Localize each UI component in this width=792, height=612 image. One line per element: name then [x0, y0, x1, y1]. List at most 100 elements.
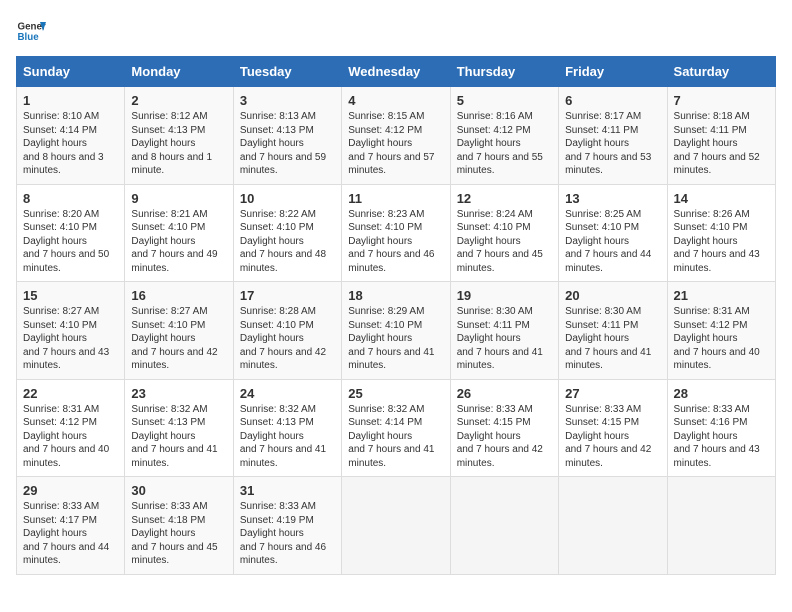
calendar-cell: 26 Sunrise: 8:33 AMSunset: 4:15 PMDaylig…: [450, 379, 558, 477]
svg-text:Blue: Blue: [18, 32, 40, 43]
calendar-cell: 1 Sunrise: 8:10 AMSunset: 4:14 PMDayligh…: [17, 87, 125, 185]
cell-info: Sunrise: 8:33 AMSunset: 4:15 PMDaylight …: [457, 404, 543, 469]
cell-info: Sunrise: 8:16 AMSunset: 4:12 PMDaylight …: [457, 111, 543, 176]
day-number: 7: [674, 93, 769, 108]
calendar-cell: 15 Sunrise: 8:27 AMSunset: 4:10 PMDaylig…: [17, 282, 125, 380]
header-row: SundayMondayTuesdayWednesdayThursdayFrid…: [17, 57, 776, 87]
cell-info: Sunrise: 8:18 AMSunset: 4:11 PMDaylight …: [674, 111, 760, 176]
calendar-cell: 6 Sunrise: 8:17 AMSunset: 4:11 PMDayligh…: [559, 87, 667, 185]
calendar-cell: 24 Sunrise: 8:32 AMSunset: 4:13 PMDaylig…: [233, 379, 341, 477]
calendar-cell: [667, 477, 775, 575]
page-header: General Blue: [16, 16, 776, 46]
day-number: 13: [565, 191, 660, 206]
week-row-5: 29 Sunrise: 8:33 AMSunset: 4:17 PMDaylig…: [17, 477, 776, 575]
cell-info: Sunrise: 8:24 AMSunset: 4:10 PMDaylight …: [457, 209, 543, 274]
calendar-cell: 21 Sunrise: 8:31 AMSunset: 4:12 PMDaylig…: [667, 282, 775, 380]
day-number: 28: [674, 386, 769, 401]
calendar-cell: 29 Sunrise: 8:33 AMSunset: 4:17 PMDaylig…: [17, 477, 125, 575]
logo: General Blue: [16, 16, 50, 46]
calendar-cell: 11 Sunrise: 8:23 AMSunset: 4:10 PMDaylig…: [342, 184, 450, 282]
cell-info: Sunrise: 8:32 AMSunset: 4:14 PMDaylight …: [348, 404, 434, 469]
day-number: 4: [348, 93, 443, 108]
calendar-cell: 7 Sunrise: 8:18 AMSunset: 4:11 PMDayligh…: [667, 87, 775, 185]
cell-info: Sunrise: 8:32 AMSunset: 4:13 PMDaylight …: [131, 404, 217, 469]
calendar-cell: 8 Sunrise: 8:20 AMSunset: 4:10 PMDayligh…: [17, 184, 125, 282]
calendar-cell: [342, 477, 450, 575]
calendar-cell: [450, 477, 558, 575]
calendar-cell: 12 Sunrise: 8:24 AMSunset: 4:10 PMDaylig…: [450, 184, 558, 282]
day-number: 30: [131, 483, 226, 498]
calendar-table: SundayMondayTuesdayWednesdayThursdayFrid…: [16, 56, 776, 575]
cell-info: Sunrise: 8:13 AMSunset: 4:13 PMDaylight …: [240, 111, 326, 176]
calendar-cell: 16 Sunrise: 8:27 AMSunset: 4:10 PMDaylig…: [125, 282, 233, 380]
col-header-monday: Monday: [125, 57, 233, 87]
day-number: 27: [565, 386, 660, 401]
day-number: 16: [131, 288, 226, 303]
calendar-cell: 17 Sunrise: 8:28 AMSunset: 4:10 PMDaylig…: [233, 282, 341, 380]
day-number: 3: [240, 93, 335, 108]
day-number: 29: [23, 483, 118, 498]
calendar-cell: 18 Sunrise: 8:29 AMSunset: 4:10 PMDaylig…: [342, 282, 450, 380]
calendar-cell: 31 Sunrise: 8:33 AMSunset: 4:19 PMDaylig…: [233, 477, 341, 575]
calendar-cell: 9 Sunrise: 8:21 AMSunset: 4:10 PMDayligh…: [125, 184, 233, 282]
col-header-sunday: Sunday: [17, 57, 125, 87]
cell-info: Sunrise: 8:12 AMSunset: 4:13 PMDaylight …: [131, 111, 212, 176]
day-number: 19: [457, 288, 552, 303]
calendar-cell: 22 Sunrise: 8:31 AMSunset: 4:12 PMDaylig…: [17, 379, 125, 477]
col-header-wednesday: Wednesday: [342, 57, 450, 87]
cell-info: Sunrise: 8:22 AMSunset: 4:10 PMDaylight …: [240, 209, 326, 274]
week-row-2: 8 Sunrise: 8:20 AMSunset: 4:10 PMDayligh…: [17, 184, 776, 282]
day-number: 8: [23, 191, 118, 206]
cell-info: Sunrise: 8:29 AMSunset: 4:10 PMDaylight …: [348, 306, 434, 371]
day-number: 24: [240, 386, 335, 401]
cell-info: Sunrise: 8:27 AMSunset: 4:10 PMDaylight …: [23, 306, 109, 371]
calendar-cell: 28 Sunrise: 8:33 AMSunset: 4:16 PMDaylig…: [667, 379, 775, 477]
cell-info: Sunrise: 8:30 AMSunset: 4:11 PMDaylight …: [457, 306, 543, 371]
calendar-cell: 2 Sunrise: 8:12 AMSunset: 4:13 PMDayligh…: [125, 87, 233, 185]
day-number: 21: [674, 288, 769, 303]
logo-icon: General Blue: [16, 16, 46, 46]
calendar-cell: 13 Sunrise: 8:25 AMSunset: 4:10 PMDaylig…: [559, 184, 667, 282]
calendar-cell: 30 Sunrise: 8:33 AMSunset: 4:18 PMDaylig…: [125, 477, 233, 575]
day-number: 18: [348, 288, 443, 303]
col-header-tuesday: Tuesday: [233, 57, 341, 87]
day-number: 15: [23, 288, 118, 303]
calendar-cell: 27 Sunrise: 8:33 AMSunset: 4:15 PMDaylig…: [559, 379, 667, 477]
day-number: 6: [565, 93, 660, 108]
cell-info: Sunrise: 8:31 AMSunset: 4:12 PMDaylight …: [23, 404, 109, 469]
day-number: 17: [240, 288, 335, 303]
cell-info: Sunrise: 8:33 AMSunset: 4:19 PMDaylight …: [240, 501, 326, 566]
day-number: 14: [674, 191, 769, 206]
cell-info: Sunrise: 8:33 AMSunset: 4:16 PMDaylight …: [674, 404, 760, 469]
cell-info: Sunrise: 8:10 AMSunset: 4:14 PMDaylight …: [23, 111, 104, 176]
day-number: 23: [131, 386, 226, 401]
cell-info: Sunrise: 8:26 AMSunset: 4:10 PMDaylight …: [674, 209, 760, 274]
calendar-cell: 20 Sunrise: 8:30 AMSunset: 4:11 PMDaylig…: [559, 282, 667, 380]
calendar-cell: 4 Sunrise: 8:15 AMSunset: 4:12 PMDayligh…: [342, 87, 450, 185]
day-number: 2: [131, 93, 226, 108]
day-number: 12: [457, 191, 552, 206]
week-row-1: 1 Sunrise: 8:10 AMSunset: 4:14 PMDayligh…: [17, 87, 776, 185]
cell-info: Sunrise: 8:23 AMSunset: 4:10 PMDaylight …: [348, 209, 434, 274]
week-row-3: 15 Sunrise: 8:27 AMSunset: 4:10 PMDaylig…: [17, 282, 776, 380]
cell-info: Sunrise: 8:32 AMSunset: 4:13 PMDaylight …: [240, 404, 326, 469]
day-number: 10: [240, 191, 335, 206]
col-header-friday: Friday: [559, 57, 667, 87]
day-number: 1: [23, 93, 118, 108]
day-number: 20: [565, 288, 660, 303]
day-number: 26: [457, 386, 552, 401]
calendar-cell: 5 Sunrise: 8:16 AMSunset: 4:12 PMDayligh…: [450, 87, 558, 185]
cell-info: Sunrise: 8:31 AMSunset: 4:12 PMDaylight …: [674, 306, 760, 371]
cell-info: Sunrise: 8:21 AMSunset: 4:10 PMDaylight …: [131, 209, 217, 274]
col-header-thursday: Thursday: [450, 57, 558, 87]
cell-info: Sunrise: 8:30 AMSunset: 4:11 PMDaylight …: [565, 306, 651, 371]
cell-info: Sunrise: 8:20 AMSunset: 4:10 PMDaylight …: [23, 209, 109, 274]
cell-info: Sunrise: 8:27 AMSunset: 4:10 PMDaylight …: [131, 306, 217, 371]
cell-info: Sunrise: 8:28 AMSunset: 4:10 PMDaylight …: [240, 306, 326, 371]
day-number: 11: [348, 191, 443, 206]
cell-info: Sunrise: 8:25 AMSunset: 4:10 PMDaylight …: [565, 209, 651, 274]
calendar-cell: 23 Sunrise: 8:32 AMSunset: 4:13 PMDaylig…: [125, 379, 233, 477]
cell-info: Sunrise: 8:33 AMSunset: 4:18 PMDaylight …: [131, 501, 217, 566]
cell-info: Sunrise: 8:33 AMSunset: 4:17 PMDaylight …: [23, 501, 109, 566]
cell-info: Sunrise: 8:17 AMSunset: 4:11 PMDaylight …: [565, 111, 651, 176]
